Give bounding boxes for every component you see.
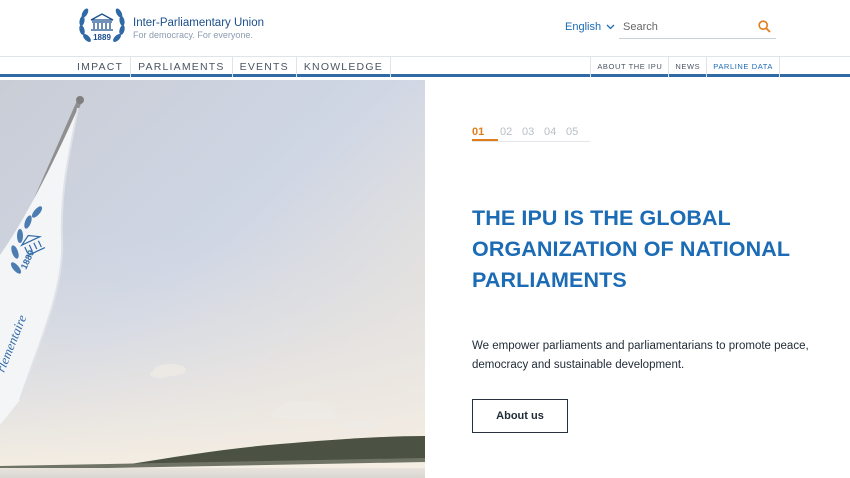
nav-events[interactable]: EVENTS — [233, 57, 297, 77]
hero-headline: THE IPU IS THE GLOBAL ORGANIZATION OF NA… — [472, 206, 790, 292]
brand-name: Inter-Parliamentary Union — [133, 17, 265, 29]
about-us-button[interactable]: About us — [472, 399, 568, 433]
hero-image: 1889 rlementaire — [0, 80, 425, 478]
language-label: English — [565, 21, 602, 33]
primary-nav: IMPACT PARLIAMENTS EVENTS KNOWLEDGE — [70, 57, 391, 77]
brand-tagline: For democracy. For everyone. — [133, 30, 253, 40]
main-navigation: IMPACT PARLIAMENTS EVENTS KNOWLEDGE ABOU… — [0, 56, 850, 77]
laurel-left-icon — [79, 8, 91, 42]
language-selector[interactable]: English — [565, 21, 615, 33]
nav-parline-data[interactable]: PARLINE DATA — [706, 57, 780, 77]
search-icon[interactable] — [758, 20, 771, 33]
hero-description: We empower parliaments and parliamentari… — [472, 340, 809, 371]
slide-indicator-01[interactable]: 01 — [472, 125, 498, 141]
secondary-nav: ABOUT THE IPU NEWS PARLINE DATA — [590, 57, 780, 77]
slide-pagination: 01 02 03 04 05 — [472, 125, 590, 142]
nav-knowledge[interactable]: KNOWLEDGE — [297, 57, 391, 77]
slide-indicator-05[interactable]: 05 — [566, 125, 588, 141]
chevron-down-icon — [606, 24, 615, 30]
logo-year: 1889 — [93, 33, 111, 42]
search-box — [619, 16, 776, 39]
nav-about-the-ipu[interactable]: ABOUT THE IPU — [590, 57, 668, 77]
search-input[interactable] — [619, 16, 749, 38]
nav-impact[interactable]: IMPACT — [70, 57, 132, 77]
slide-indicator-03[interactable]: 03 — [522, 125, 544, 141]
ipu-logo[interactable]: 1889 — [76, 5, 128, 45]
nav-parliaments[interactable]: PARLIAMENTS — [131, 57, 233, 77]
brand-block: Inter-Parliamentary Union For democracy.… — [133, 17, 264, 41]
site-header: 1889 Inter-Parliamentary Union For democ… — [0, 0, 850, 56]
slide-indicator-04[interactable]: 04 — [544, 125, 566, 141]
laurel-right-icon — [113, 8, 125, 42]
slide-indicator-02[interactable]: 02 — [500, 125, 522, 141]
nav-news[interactable]: NEWS — [668, 57, 706, 77]
